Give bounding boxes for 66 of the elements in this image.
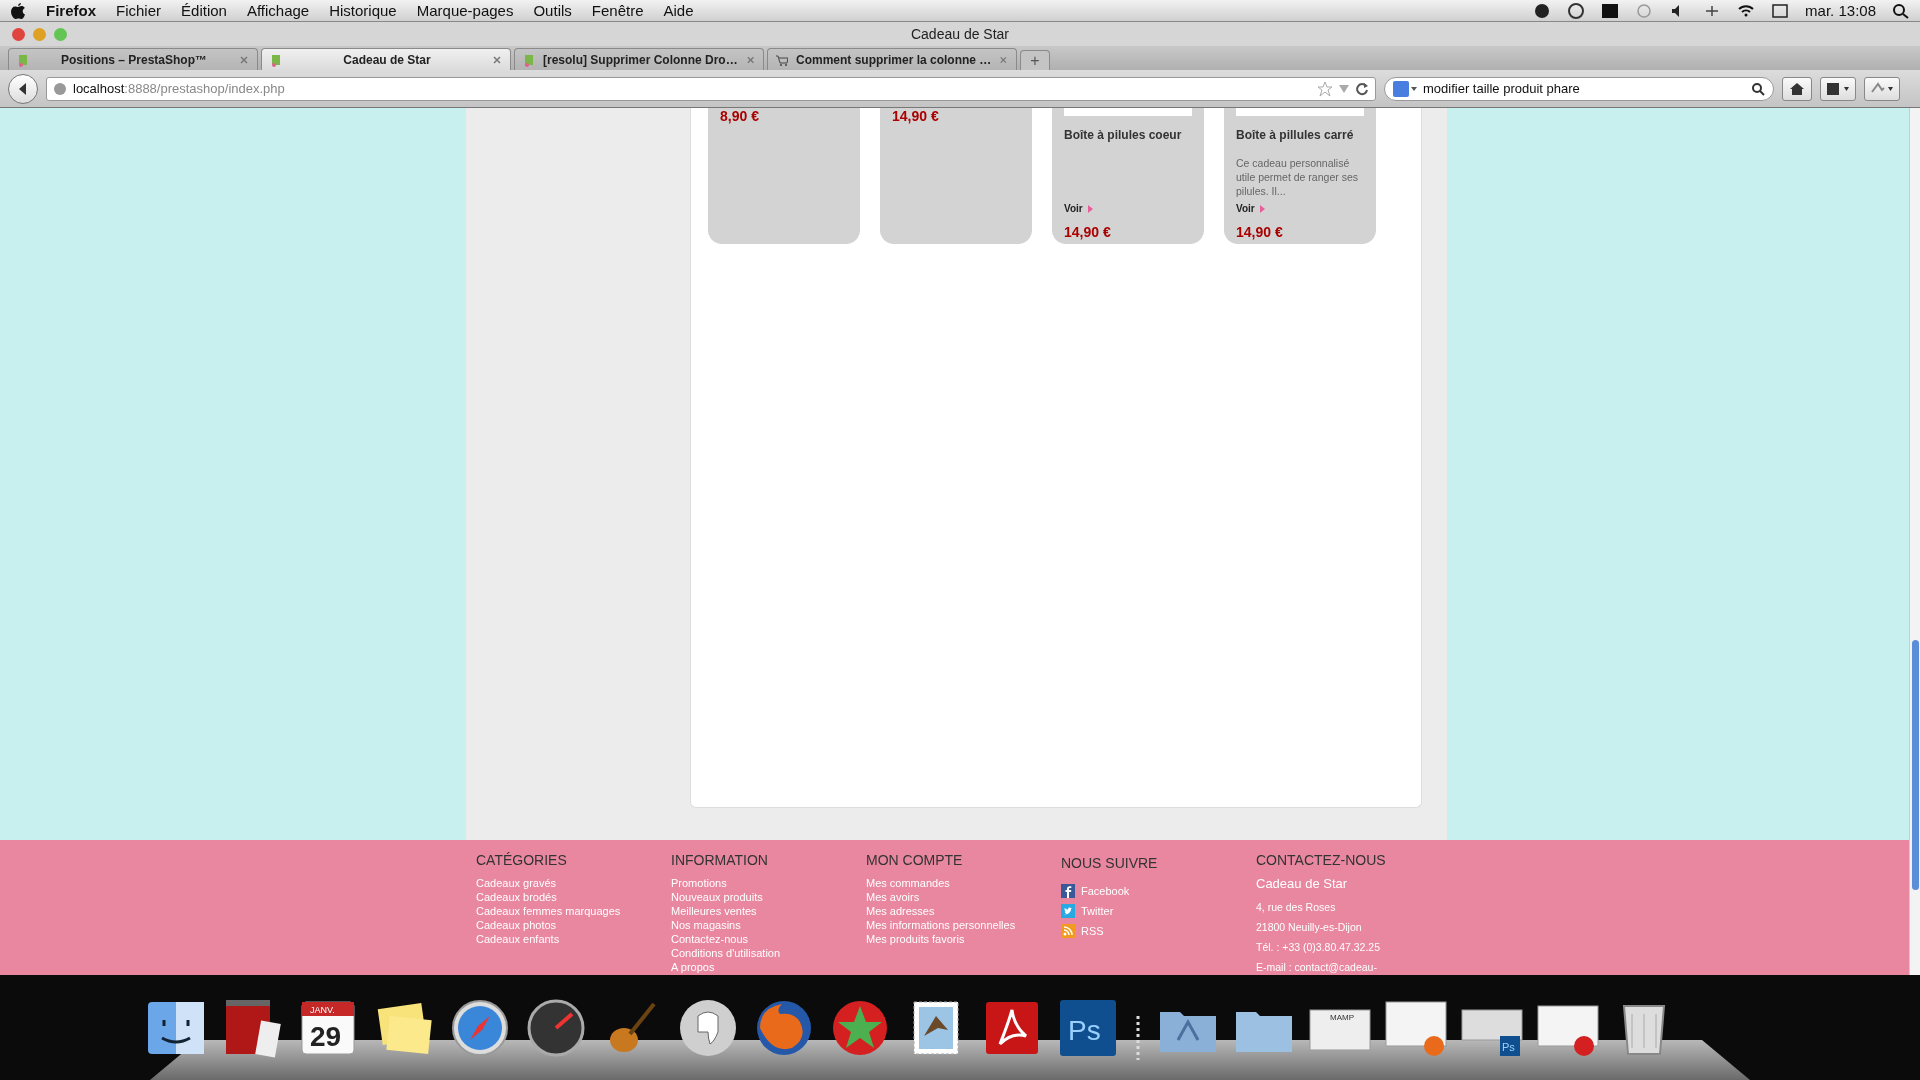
window-thumbnail[interactable]: Ps [1460,996,1524,1060]
view-link[interactable]: Voir [1236,203,1364,214]
app-menu[interactable]: Firefox [46,2,96,19]
product-description: Ce cadeau personnalisé utile permet de ranger ses pilules. Il... [1236,156,1359,198]
product-price: 14,90 € [1236,224,1284,240]
back-button[interactable] [8,73,38,104]
bookmarks-button[interactable] [1820,76,1856,101]
status-icon[interactable] [1533,2,1552,19]
menu-item[interactable]: Édition [181,2,227,19]
contact-line: Tél. : +33 (0)3.80.47.32.25 [1256,940,1382,955]
scrollbar[interactable] [1909,108,1920,975]
bookmark-star-icon[interactable] [1826,81,1850,96]
triangle-icon [1259,204,1265,213]
close-button[interactable] [12,27,25,41]
menu-item[interactable]: Outils [533,2,572,19]
menu-item[interactable]: Affichage [246,2,310,19]
browser-tab[interactable]: Comment supprimer la colonne … [767,48,1017,70]
menu-item[interactable]: Marque-pages [416,2,514,19]
status-icon[interactable] [1567,2,1586,19]
view-link[interactable]: Voir [1064,203,1192,214]
cart-icon [776,52,788,67]
contact-line: 4, rue des Roses [1256,900,1337,915]
addon-button[interactable] [1864,76,1900,101]
reload-icon[interactable] [1355,81,1369,96]
status-icon[interactable] [1771,2,1790,19]
menu-item[interactable]: Aide [663,2,694,19]
address-field[interactable]: localhost:8888/prestashop/index.php [46,76,1376,101]
menu-item[interactable]: Fenêtre [591,2,644,19]
star-icon[interactable] [1317,80,1333,97]
browser-tab[interactable]: Cadeau de Star [261,48,511,70]
contact-line: 21800 Neuilly-es-Dijon [1256,920,1363,935]
search-icon[interactable] [1751,81,1765,96]
triangle-icon [1087,204,1093,213]
footer-heading: NOUS SUIVRE [1061,855,1159,871]
menu-clock[interactable]: mar. 13:08 [1805,2,1876,19]
facebook-icon [1061,884,1075,898]
footer-heading: INFORMATION [671,852,769,868]
menu-item[interactable]: Fichier [116,2,162,19]
product-price: 8,90 € [720,108,760,124]
home-button[interactable] [1782,76,1812,101]
apple-icon[interactable] [10,1,26,20]
status-icon[interactable] [1601,2,1620,19]
browser-tab[interactable]: [resolu] Supprimer Colonne Dro… [514,48,764,70]
calendar-month: JANV. [310,1005,335,1015]
product-price: 14,90 € [1064,224,1112,240]
footer-heading: CONTACTEZ-NOUS [1256,852,1387,868]
menu-item[interactable]: Historique [329,2,397,19]
rss-icon [1061,924,1075,938]
status-icon[interactable] [1737,2,1756,19]
footer-heading: MON COMPTE [866,852,964,868]
product-price: 14,90 € [892,108,940,124]
new-tab-button[interactable]: + [1020,50,1050,70]
product-name[interactable]: Boîte à pilules coeur [1064,128,1192,142]
search-icon[interactable] [1892,2,1910,19]
window-title: Cadeau de Star [910,26,1010,42]
search-field[interactable]: modifier taille produit phare [1423,81,1745,96]
product-name[interactable]: Boîte à pillules carré [1236,128,1364,142]
store-name: Cadeau de Star [1256,876,1349,891]
close-icon[interactable] [492,54,502,65]
contact-line: E-mail : contact@cadeau- [1256,960,1378,975]
search-box[interactable]: modifier taille produit phare [1384,76,1774,101]
footer-heading: CATÉGORIES [476,852,568,868]
browser-tab[interactable]: Positions – PrestaShop™ [8,48,258,70]
home-icon[interactable] [1789,81,1805,96]
calendar-day: 29 [310,1021,342,1052]
bird-icon [1061,904,1075,918]
